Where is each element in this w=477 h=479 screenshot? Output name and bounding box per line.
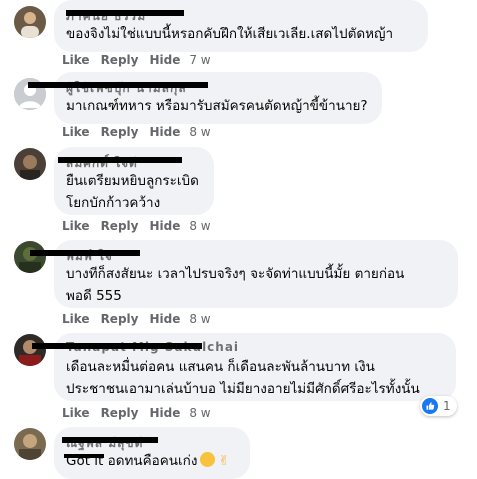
comment-text: ยืนเตรียมหยิบลูกระเบิด โยกบักก้าวคว้าง: [66, 173, 199, 211]
redaction-bar: [32, 343, 202, 349]
comment-actions: Like Reply Hide 8 w: [62, 312, 222, 326]
like-button[interactable]: Like: [62, 406, 90, 420]
comment-author[interactable]: ผู้ใช้เฟซบุ๊ก นามสกุล: [28, 79, 370, 95]
comment-bubble: ภาคินัย ธรรม ของจิงไม่ใช่แบบนี้หรอกคับฝึ…: [54, 0, 428, 52]
comment-author[interactable]: สมศักดิ์ ใจดี: [58, 154, 202, 170]
redaction-bar: [28, 82, 208, 88]
reaction-count[interactable]: 1: [420, 396, 457, 416]
comment-text: มาเกณฑ์ทหาร หรือมารับสมัครคนตัดหญ้าขี้ข้…: [66, 98, 368, 114]
comment-actions: Like Reply Hide 7 w: [62, 53, 222, 67]
comment-author[interactable]: Tanapat Mig Sakulchai: [32, 340, 444, 354]
redaction-bar: [66, 10, 184, 16]
comment-actions: Like Reply Hide 8 w: [62, 219, 222, 233]
hide-button[interactable]: Hide: [149, 219, 180, 233]
reply-button[interactable]: Reply: [101, 53, 139, 67]
hide-button[interactable]: Hide: [149, 312, 180, 326]
hide-button[interactable]: Hide: [149, 406, 180, 420]
hide-button[interactable]: Hide: [149, 125, 180, 139]
comment-bubble: ผู้ใช้เฟซบุ๊ก นามสกุล มาเกณฑ์ทหาร หรือมา…: [28, 72, 382, 124]
like-button[interactable]: Like: [62, 219, 90, 233]
reply-button[interactable]: Reply: [101, 219, 139, 233]
avatar[interactable]: [14, 6, 46, 38]
timestamp[interactable]: 8 w: [189, 125, 210, 139]
like-button[interactable]: Like: [62, 312, 90, 326]
timestamp[interactable]: 8 w: [189, 219, 210, 233]
avatar[interactable]: [14, 241, 46, 273]
comment-author[interactable]: พิมพ์ ใจ: [30, 247, 446, 263]
avatar[interactable]: [14, 334, 46, 366]
comment-actions: Like Reply Hide 8 w: [62, 125, 222, 139]
timestamp[interactable]: 8 w: [189, 312, 210, 326]
comment-bubble: Tanapat Mig Sakulchai เดือนละหมื่นต่อคน …: [32, 333, 456, 401]
comment-author[interactable]: ภาคินัย ธรรม: [66, 7, 416, 23]
hide-button[interactable]: Hide: [149, 53, 180, 67]
like-button[interactable]: Like: [62, 125, 90, 139]
timestamp[interactable]: 7 w: [189, 53, 210, 67]
reply-button[interactable]: Reply: [101, 312, 139, 326]
comment-text: ของจิงไม่ใช่แบบนี้หรอกคับฝึกให้เสียเวเลี…: [66, 26, 394, 42]
redaction-bar: [30, 250, 140, 256]
victory-hand-icon: ✌: [218, 453, 230, 469]
redaction-bar: [58, 157, 182, 163]
comment-bubble: สมศักดิ์ ใจดี ยืนเตรียมหยิบลูกระเบิด โยก…: [54, 147, 214, 215]
reply-button[interactable]: Reply: [101, 406, 139, 420]
like-button[interactable]: Like: [62, 53, 90, 67]
comment-bubble: พิมพ์ ใจ บางทีก็สงสัยนะ เวลาไปรบจริงๆ จะ…: [30, 240, 458, 308]
smiling-face-icon: [200, 452, 216, 467]
like-icon: [422, 398, 438, 414]
redaction-bar: [64, 454, 104, 458]
comment-text: บางทีก็สงสัยนะ เวลาไปรบจริงๆ จะจัดท่าแบบ…: [66, 266, 405, 304]
comment-text: เดือนละหมื่นต่อคน แสนคน ก็เดือนละพันล้าน…: [66, 359, 420, 397]
reaction-count-text: 1: [443, 399, 451, 413]
reply-button[interactable]: Reply: [101, 125, 139, 139]
timestamp[interactable]: 8 w: [189, 406, 210, 420]
redaction-bar: [62, 437, 158, 443]
comment-author[interactable]: ณัฐพล มีสุขดี: [62, 434, 238, 450]
comment-bubble: ณัฐพล มีสุขดี Got it อดทนคือคนเก่ง ✌: [54, 427, 250, 479]
avatar[interactable]: [14, 428, 46, 460]
avatar[interactable]: [14, 148, 46, 180]
comment-text: Got it อดทนคือคนเก่ง ✌: [64, 452, 230, 469]
comment-actions: Like Reply Hide 8 w: [62, 406, 222, 420]
